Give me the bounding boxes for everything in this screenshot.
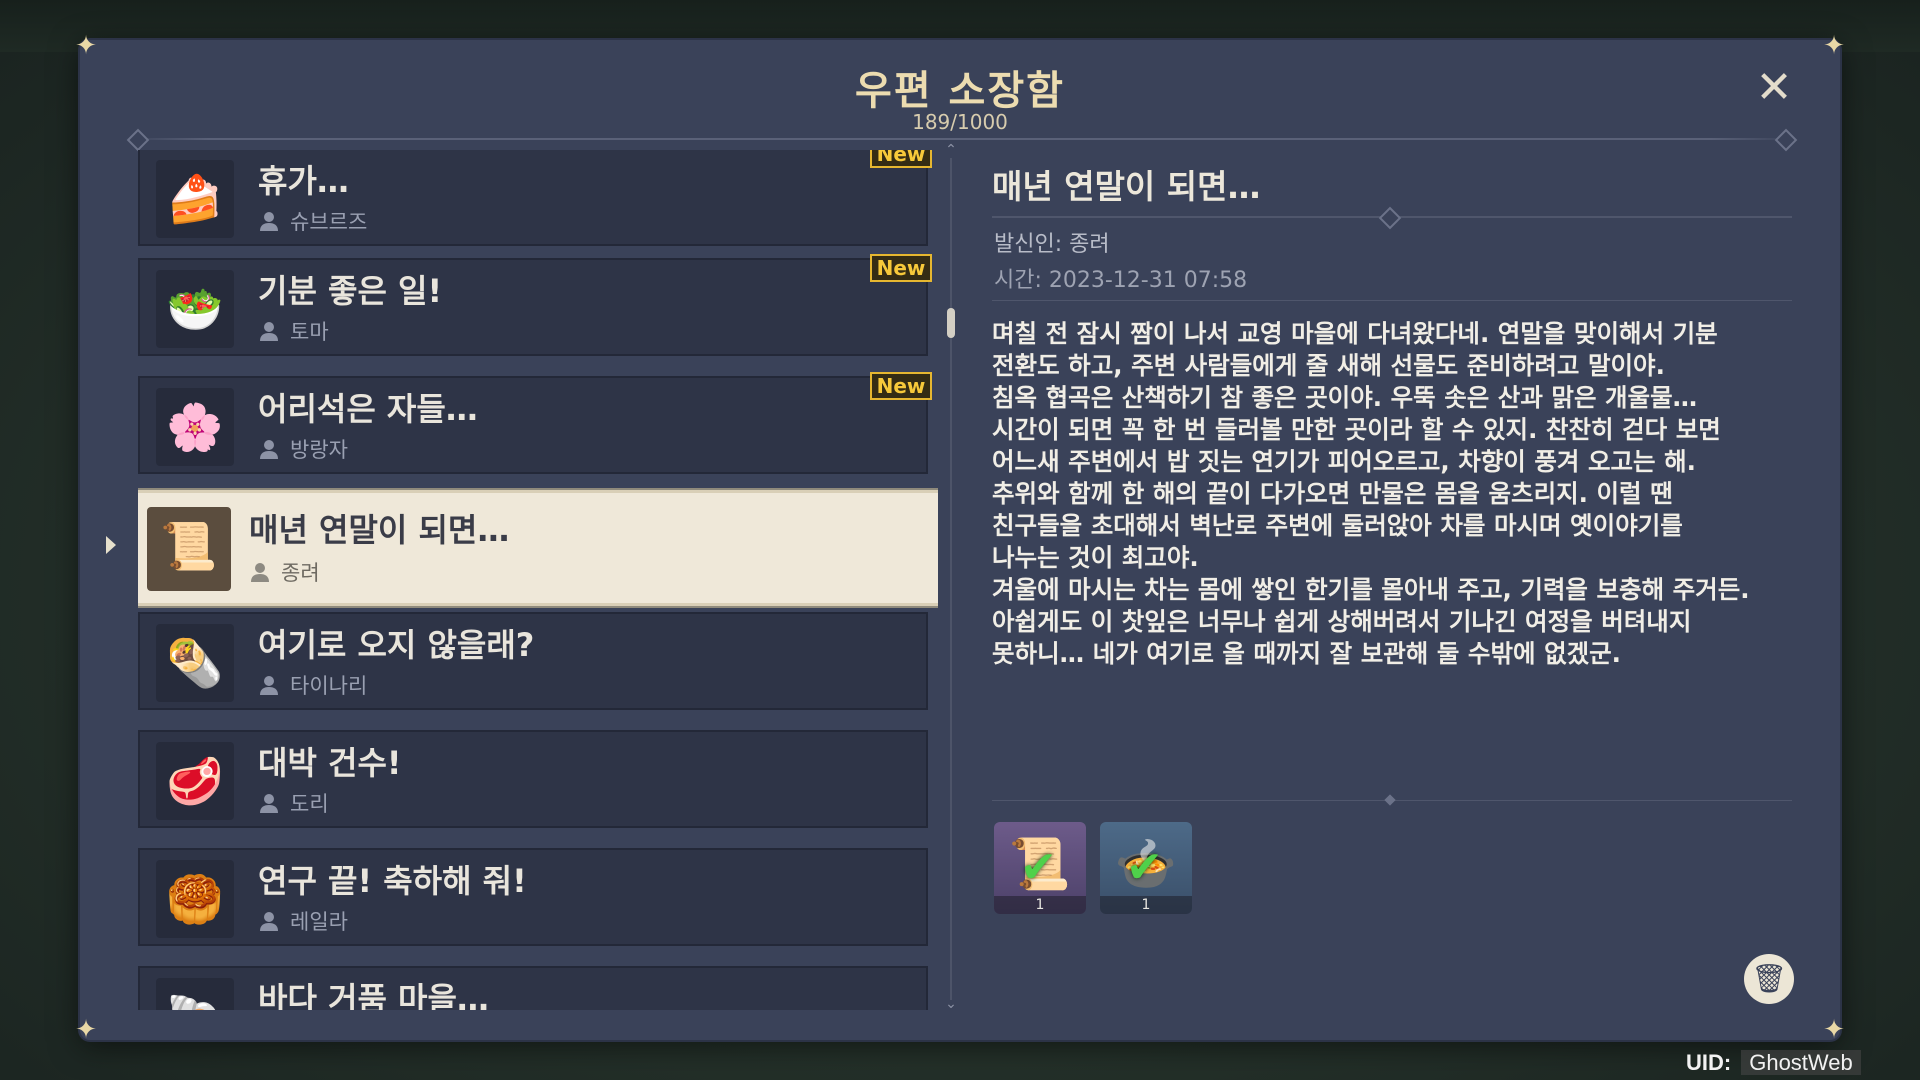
delete-button[interactable]: 🗑 [1744, 954, 1794, 1004]
mail-list-scrollbar[interactable] [950, 158, 952, 1000]
mail-item-selected[interactable]: 📜 매년 연말이 되면… 종려 [138, 490, 938, 606]
uid-caption: UID: [1686, 1050, 1732, 1075]
window-title: 우편 소장함 [855, 68, 1065, 114]
mail-subject: 여기로 오지 않을래? [258, 626, 535, 664]
mail-sender: 토마 [290, 320, 329, 344]
attachment-quantity: 1 [994, 896, 1086, 914]
scrollbar-thumb[interactable] [947, 308, 955, 338]
body-line: 추위와 함께 한 해의 끝이 다가오면 만물은 몸을 움츠리지. 이럴 땐 [992, 479, 1673, 508]
detail-sender: 발신인: 종려 [994, 232, 1110, 257]
detail-time: 시간: 2023-12-31 07:58 [994, 268, 1248, 293]
chevron-down-icon: ⌄ [945, 996, 957, 1012]
new-badge: New [870, 150, 932, 168]
corner-ornament-icon: ✦ [75, 1015, 97, 1045]
corner-ornament-icon: ✦ [75, 31, 97, 61]
mail-subject: 어리석은 자들… [258, 390, 478, 428]
meat-icon: 🥩 [156, 742, 234, 820]
mail-subject: 매년 연말이 되면… [249, 511, 510, 549]
body-line: 아쉽게도 이 찻잎은 너무나 쉽게 상해버려서 기나긴 여정을 버텨내지 [992, 607, 1692, 636]
mail-subject: 대박 건수! [258, 744, 402, 782]
attachment-item[interactable]: 🍲 ✔ 1 [1100, 822, 1192, 914]
selection-arrow-icon [106, 536, 116, 554]
mail-subject: 바다 거품 마을… [258, 980, 489, 1010]
attachment-quantity: 1 [1100, 896, 1192, 914]
mail-list: 🍰 휴가… 슈브르즈 New 🥗 기분 좋은 일! 토마 New 🌸 어리석은 … [138, 150, 938, 1010]
mail-item[interactable]: 🥗 기분 좋은 일! 토마 New [138, 254, 932, 356]
body-line: 침옥 협곡은 산책하기 참 좋은 곳이야. 우뚝 솟은 산과 맑은 개울물… [992, 383, 1698, 412]
body-line: 나누는 것이 최고야. [992, 543, 1199, 572]
new-badge: New [870, 254, 932, 282]
chevron-up-icon: ⌃ [945, 142, 957, 158]
body-line: 친구들을 초대해서 벽난로 주변에 둘러앉아 차를 마시며 옛이야기를 [992, 511, 1683, 540]
close-button[interactable]: ✕ [1750, 64, 1798, 112]
mail-sender: 도리 [290, 792, 329, 816]
close-icon: ✕ [1755, 62, 1793, 113]
body-line: 전환도 하고, 주변 사람들에게 줄 새해 선물도 준비하려고 말이야. [992, 351, 1665, 380]
sender-icon [260, 322, 278, 341]
detail-subject: 매년 연말이 되면… [992, 167, 1261, 206]
detail-divider [992, 300, 1792, 301]
mail-sender: 종려 [281, 561, 320, 585]
flower-icon: 🌸 [156, 388, 234, 466]
mail-item[interactable]: 🐚 바다 거품 마을… [138, 966, 928, 1010]
detail-body: 며칠 전 잠시 짬이 나서 교영 마을에 다녀왔다네. 연말을 맞이해서 기분 … [992, 318, 1792, 670]
mail-subject: 연구 끝! 축하해 줘! [258, 862, 527, 900]
blue-cake-icon: 🍰 [156, 160, 234, 238]
sender-icon [260, 212, 278, 231]
mail-sender: 슈브르즈 [290, 210, 368, 234]
pastry-dish-icon: 🥮 [156, 860, 234, 938]
tea-leaves-icon: 📜 [147, 507, 231, 591]
uid-value: GhostWeb [1741, 1050, 1861, 1075]
mail-item[interactable]: 🥮 연구 끝! 축하해 줘! 레일라 [138, 848, 928, 946]
mail-sender: 방랑자 [290, 438, 348, 462]
sender-icon [260, 676, 278, 695]
wrap-dish-icon: 🌯 [156, 624, 234, 702]
body-line: 어느새 주변에서 밥 짓는 연기가 피어오르고, 차향이 풍겨 오고는 해. [992, 447, 1696, 476]
mail-item[interactable]: 🌯 여기로 오지 않을래? 타이나리 [138, 612, 928, 710]
sender-icon [260, 794, 278, 813]
mail-item[interactable]: 🌸 어리석은 자들… 방랑자 New [138, 372, 932, 474]
corner-ornament-icon: ✦ [1823, 31, 1845, 61]
sender-icon [260, 912, 278, 931]
attachment-item[interactable]: 📜 ✔ 1 [994, 822, 1086, 914]
header-divider [125, 138, 1795, 140]
mail-subject: 휴가… [258, 162, 349, 200]
corner-ornament-icon: ✦ [1823, 1015, 1845, 1045]
uid-label: UID: GhostWeb [1686, 1050, 1861, 1078]
body-line: 못하니… 네가 여기로 올 때까지 잘 보관해 둘 수밖에 없겠군. [992, 639, 1621, 668]
body-line: 시간이 되면 꼭 한 번 들러볼 만한 곳이라 할 수 있지. 찬찬히 걷다 보… [992, 415, 1721, 444]
sender-icon [260, 440, 278, 459]
mail-subject: 기분 좋은 일! [258, 272, 443, 310]
mail-sender: 타이나리 [290, 674, 368, 698]
mail-item[interactable]: 🍰 휴가… 슈브르즈 New [138, 150, 932, 246]
mail-sender: 레일라 [290, 910, 348, 934]
salad-dish-icon: 🥗 [156, 270, 234, 348]
checkmark-icon: ✔ [1020, 842, 1057, 893]
sea-creature-icon: 🐚 [156, 978, 234, 1010]
mail-count: 189/1000 [912, 110, 1008, 134]
checkmark-icon: ✔ [1126, 842, 1163, 893]
mail-item[interactable]: 🥩 대박 건수! 도리 [138, 730, 928, 828]
new-badge: New [870, 372, 932, 400]
trash-icon: 🗑 [1751, 962, 1787, 995]
body-line: 겨울에 마시는 차는 몸에 쌓인 한기를 몰아내 주고, 기력을 보충해 주거든… [992, 575, 1750, 604]
body-line: 며칠 전 잠시 짬이 나서 교영 마을에 다녀왔다네. 연말을 맞이해서 기분 [992, 319, 1718, 348]
sender-icon [251, 563, 269, 582]
